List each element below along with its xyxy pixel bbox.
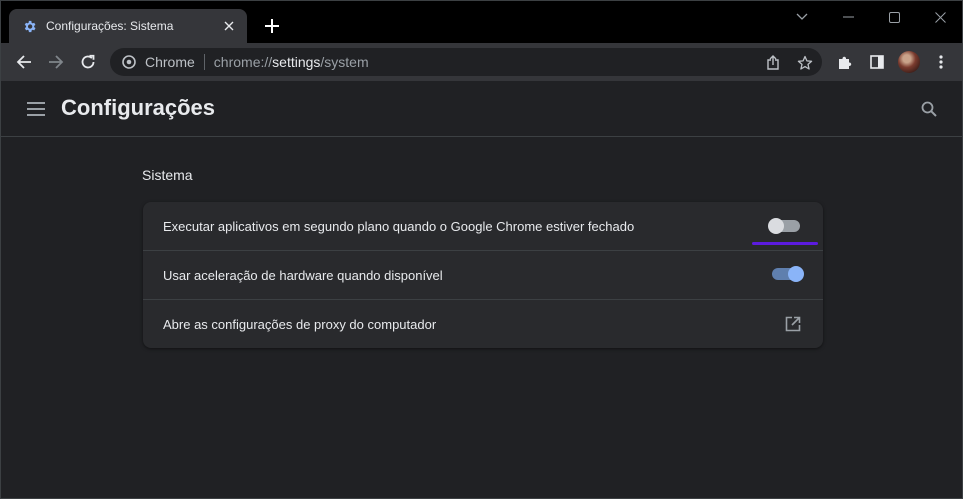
- url-scheme: chrome://: [213, 54, 273, 70]
- tab-settings[interactable]: Configurações: Sistema: [9, 9, 247, 43]
- open-in-new-icon[interactable]: [784, 315, 802, 333]
- minimize-icon[interactable]: [825, 1, 871, 33]
- background-apps-toggle[interactable]: [768, 218, 800, 234]
- setting-row-hardware-acceleration[interactable]: Usar aceleração de hardware quando dispo…: [143, 250, 823, 299]
- browser-window: Configurações: Sistema Chrome chrome://s…: [0, 0, 963, 499]
- setting-row-proxy[interactable]: Abre as configurações de proxy do comput…: [143, 299, 823, 348]
- url-host: settings: [272, 54, 321, 70]
- side-panel-icon[interactable]: [865, 51, 889, 73]
- setting-label: Executar aplicativos em segundo plano qu…: [163, 219, 635, 234]
- hardware-acceleration-toggle[interactable]: [772, 266, 804, 282]
- bookmark-star-icon[interactable]: [796, 54, 814, 72]
- reload-icon[interactable]: [76, 51, 100, 73]
- close-window-icon[interactable]: [917, 1, 963, 33]
- maximize-icon[interactable]: [871, 1, 917, 33]
- share-icon[interactable]: [764, 54, 782, 72]
- setting-label: Usar aceleração de hardware quando dispo…: [163, 267, 443, 283]
- site-chip: Chrome: [145, 54, 195, 70]
- tab-strip: Configurações: Sistema: [1, 1, 962, 43]
- settings-header: Configurações: [1, 81, 962, 137]
- search-icon[interactable]: [918, 98, 940, 120]
- url-path: /system: [320, 54, 369, 70]
- tab-search-chevron-icon[interactable]: [779, 1, 825, 33]
- close-tab-icon[interactable]: [221, 18, 237, 34]
- new-tab-icon[interactable]: [263, 17, 281, 35]
- forward-arrow-icon[interactable]: [44, 51, 68, 73]
- setting-label: Abre as configurações de proxy do comput…: [163, 316, 437, 332]
- profile-avatar[interactable]: [898, 51, 920, 73]
- tab-title: Configurações: Sistema: [46, 19, 174, 33]
- address-bar[interactable]: Chrome chrome://settings/system: [110, 48, 822, 76]
- chrome-logo-icon: [121, 54, 137, 70]
- back-arrow-icon[interactable]: [12, 51, 36, 73]
- setting-row-background-apps[interactable]: Executar aplicativos em segundo plano qu…: [143, 202, 823, 251]
- hamburger-menu-icon[interactable]: [25, 98, 47, 120]
- toggle-knob: [788, 266, 804, 282]
- gear-icon: [21, 18, 37, 34]
- settings-card: Executar aplicativos em segundo plano qu…: [143, 202, 823, 348]
- address-separator: [203, 54, 205, 70]
- focus-indicator: [752, 242, 818, 245]
- extensions-puzzle-icon[interactable]: [833, 51, 857, 73]
- section-title: Sistema: [142, 167, 193, 183]
- toggle-knob: [768, 218, 784, 234]
- toolbar: Chrome chrome://settings/system: [1, 43, 962, 81]
- url-text: chrome://settings/system: [214, 54, 369, 70]
- more-menu-icon[interactable]: [929, 51, 953, 73]
- page-title: Configurações: [61, 95, 216, 120]
